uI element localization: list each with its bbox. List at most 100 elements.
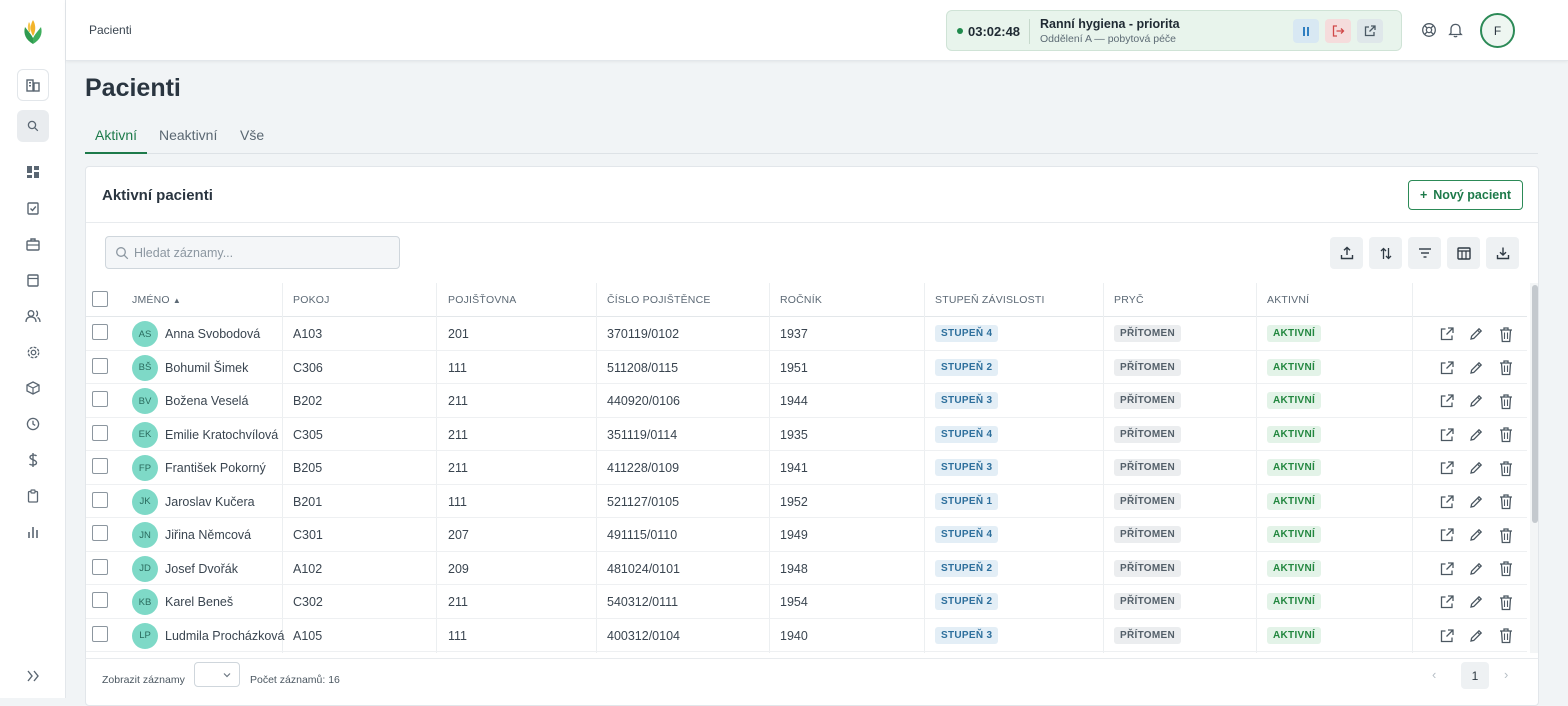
row-checkbox[interactable] [92, 458, 108, 474]
col-name-header[interactable]: Jméno ▲ [132, 294, 181, 306]
open-detail-icon[interactable] [1438, 426, 1456, 444]
columns-button[interactable] [1447, 237, 1480, 269]
patient-name[interactable]: Anna Svobodová [165, 327, 260, 341]
select-all-checkbox[interactable] [92, 291, 108, 307]
open-detail-icon[interactable] [1438, 325, 1456, 343]
export-button[interactable] [1486, 237, 1519, 269]
delete-trash-icon[interactable] [1497, 593, 1515, 611]
clipboard-icon[interactable] [23, 486, 43, 506]
col-room-header[interactable]: Pokoj [293, 294, 330, 306]
delete-trash-icon[interactable] [1497, 325, 1515, 343]
tasks-icon[interactable] [23, 198, 43, 218]
table-row[interactable]: BV Božena Veselá B202 211 440920/0106 1944 STU… [86, 384, 1527, 418]
settings-gear-icon[interactable] [23, 342, 43, 362]
table-row[interactable]: EK Emilie Kratochvílová C305 211 351119/0114… [86, 418, 1527, 451]
patient-name[interactable]: Josef Dvořák [165, 562, 238, 576]
building-icon[interactable] [17, 69, 49, 101]
patient-name[interactable]: Karel Beneš [165, 595, 233, 609]
open-detail-icon[interactable] [1438, 359, 1456, 377]
edit-pencil-icon[interactable] [1467, 392, 1485, 410]
open-detail-icon[interactable] [1438, 493, 1456, 511]
open-detail-icon[interactable] [1438, 627, 1456, 645]
current-page-button[interactable]: 1 [1461, 662, 1489, 689]
sort-button[interactable] [1369, 237, 1402, 269]
help-lifebuoy-icon[interactable] [1419, 20, 1439, 40]
open-detail-icon[interactable] [1438, 560, 1456, 578]
edit-pencil-icon[interactable] [1467, 325, 1485, 343]
delete-trash-icon[interactable] [1497, 627, 1515, 645]
stop-timer-button[interactable] [1325, 19, 1351, 43]
search-input[interactable] [134, 237, 394, 268]
tab-active[interactable]: Aktivní [85, 127, 148, 154]
open-detail-icon[interactable] [1438, 593, 1456, 611]
patient-name[interactable]: Ludmila Procházková [165, 629, 285, 643]
row-checkbox[interactable] [92, 592, 108, 608]
pause-timer-button[interactable] [1293, 19, 1319, 43]
row-checkbox[interactable] [92, 391, 108, 407]
row-checkbox[interactable] [92, 357, 108, 374]
delete-trash-icon[interactable] [1497, 459, 1515, 477]
table-scrollbar-thumb[interactable] [1532, 285, 1538, 523]
tab-inactive[interactable]: Neaktivní [149, 127, 227, 154]
row-checkbox[interactable] [92, 324, 108, 340]
edit-pencil-icon[interactable] [1467, 359, 1485, 377]
table-row[interactable]: LP Ludmila Procházková A105 111 400312/0104 1… [86, 619, 1527, 652]
expand-sidebar-icon[interactable] [23, 666, 43, 686]
import-button[interactable] [1330, 237, 1363, 269]
col-level-header[interactable]: Stupeň závislosti [935, 294, 1045, 306]
row-checkbox[interactable] [92, 491, 108, 508]
notifications-bell-icon[interactable] [1445, 20, 1465, 40]
edit-pencil-icon[interactable] [1467, 459, 1485, 477]
open-detail-icon[interactable] [1438, 392, 1456, 410]
delete-trash-icon[interactable] [1497, 526, 1515, 544]
table-row[interactable]: JN Jiřina Němcová C301 207 491115/0110 1949 ST… [86, 518, 1527, 552]
table-row[interactable]: JK Jaroslav Kučera B201 111 521127/0105 1952 S… [86, 485, 1527, 518]
col-active-header[interactable]: Aktivní [1267, 294, 1309, 306]
patient-name[interactable]: Božena Veselá [165, 394, 248, 408]
edit-pencil-icon[interactable] [1467, 426, 1485, 444]
edit-pencil-icon[interactable] [1467, 526, 1485, 544]
app-logo-icon[interactable] [20, 18, 46, 46]
patient-name[interactable]: Jiřina Němcová [165, 528, 251, 542]
filter-button[interactable] [1408, 237, 1441, 269]
dashboard-icon[interactable] [23, 162, 43, 182]
row-checkbox[interactable] [92, 525, 108, 541]
edit-pencil-icon[interactable] [1467, 627, 1485, 645]
open-detail-icon[interactable] [1438, 459, 1456, 477]
table-row[interactable]: JD Josef Dvořák A102 209 481024/0101 1948 STUP… [86, 552, 1527, 585]
delete-trash-icon[interactable] [1497, 359, 1515, 377]
open-detail-icon[interactable] [1438, 526, 1456, 544]
users-icon[interactable] [23, 306, 43, 326]
col-insured-no-header[interactable]: Číslo pojištěnce [607, 294, 711, 306]
patient-name[interactable]: Bohumil Šimek [165, 361, 248, 375]
calendar-icon[interactable] [23, 270, 43, 290]
user-avatar[interactable]: F [1480, 13, 1515, 48]
table-row[interactable]: FP František Pokorný B205 211 411228/0109 194… [86, 451, 1527, 485]
row-checkbox[interactable] [92, 424, 108, 441]
edit-pencil-icon[interactable] [1467, 493, 1485, 511]
page-size-select[interactable] [194, 662, 240, 687]
sidebar-search-icon[interactable] [17, 110, 49, 142]
table-row[interactable]: AS Anna Svobodová A103 201 370119/0102 1937 ST… [86, 317, 1527, 351]
next-page-button[interactable]: › [1504, 667, 1508, 682]
col-away-header[interactable]: Pryč [1114, 294, 1144, 306]
edit-pencil-icon[interactable] [1467, 593, 1485, 611]
edit-pencil-icon[interactable] [1467, 560, 1485, 578]
patient-name[interactable]: Jaroslav Kučera [165, 495, 255, 509]
patient-name[interactable]: František Pokorný [165, 461, 266, 475]
delete-trash-icon[interactable] [1497, 493, 1515, 511]
open-task-button[interactable] [1357, 19, 1383, 43]
package-icon[interactable] [23, 378, 43, 398]
dollar-icon[interactable] [23, 450, 43, 470]
delete-trash-icon[interactable] [1497, 426, 1515, 444]
table-row[interactable]: KB Karel Beneš C302 211 540312/0111 1954 STUPE… [86, 585, 1527, 619]
tab-all[interactable]: Vše [230, 127, 274, 154]
new-patient-button[interactable]: + Nový pacient [1408, 180, 1523, 210]
delete-trash-icon[interactable] [1497, 392, 1515, 410]
table-row[interactable]: BŠ Bohumil Šimek C306 111 511208/0115 1951 STU… [86, 351, 1527, 384]
delete-trash-icon[interactable] [1497, 560, 1515, 578]
patient-name[interactable]: Emilie Kratochvílová [165, 428, 278, 442]
medical-bag-icon[interactable] [23, 234, 43, 254]
col-year-header[interactable]: Ročník [780, 294, 822, 306]
prev-page-button[interactable]: ‹ [1432, 667, 1436, 682]
